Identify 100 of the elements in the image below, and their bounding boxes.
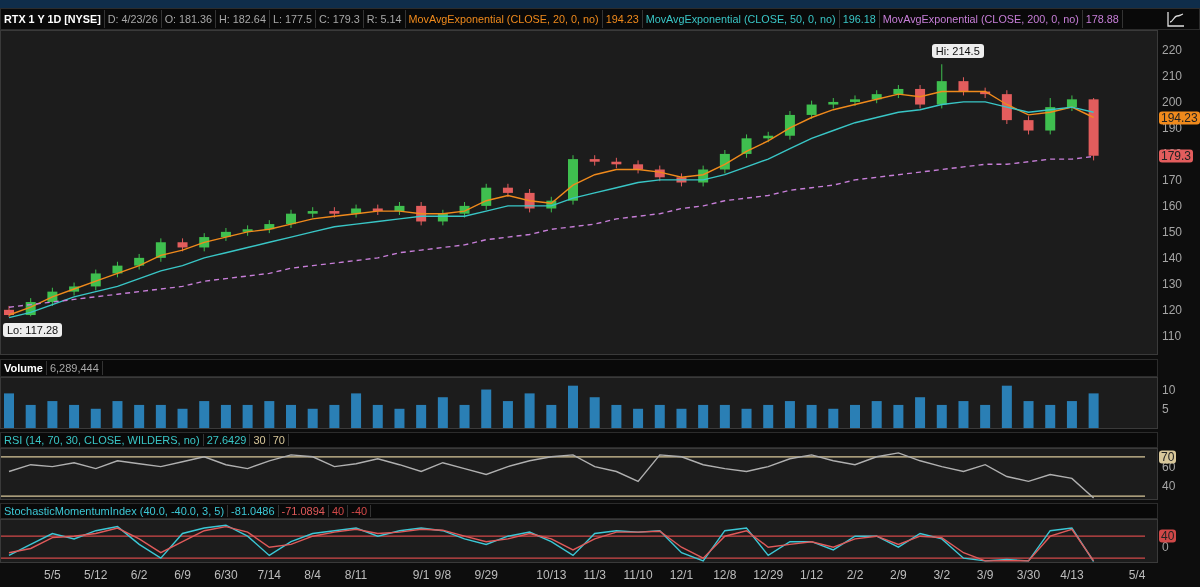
candle <box>286 209 296 229</box>
legend-item: 40 <box>329 505 349 517</box>
axis-label: 220 <box>1162 43 1183 56</box>
volume-bar <box>524 393 535 428</box>
volume-bar <box>958 401 969 428</box>
candle <box>741 133 752 159</box>
volume-bar <box>698 404 709 428</box>
axis-label: 5 <box>1162 402 1169 415</box>
candle <box>1023 115 1034 135</box>
candle <box>134 253 145 271</box>
candle <box>242 224 253 237</box>
volume-bar <box>915 397 926 428</box>
date-label: 11/10 <box>623 568 653 582</box>
candle <box>459 201 470 219</box>
price-callout: Hi: 214.5 <box>931 44 984 59</box>
candle <box>1088 97 1099 161</box>
date-label: 4/13 <box>1060 568 1084 582</box>
legend-item: Volume <box>1 361 47 375</box>
legend-item: RTX 1 Y 1D [NYSE] <box>1 10 105 28</box>
candle <box>893 84 904 99</box>
volume-bar <box>828 408 839 428</box>
date-label: 12/29 <box>753 568 784 582</box>
candle <box>264 219 275 234</box>
axis-label: 120 <box>1162 303 1183 316</box>
legend-item: 178.88 <box>1082 10 1123 28</box>
legend-item: MovAvgExponential (CLOSE, 20, 0, no) <box>405 10 603 28</box>
date-label: 8/11 <box>344 568 368 582</box>
legend-item: 30 <box>250 434 270 446</box>
volume-bar <box>893 404 904 428</box>
volume-bar <box>481 389 492 428</box>
volume-bar <box>199 401 210 428</box>
date-label: 3/9 <box>976 568 994 582</box>
candle <box>589 154 600 167</box>
axis-label: 140 <box>1162 251 1183 264</box>
axis-label: 40 <box>1162 480 1176 493</box>
date-label: 2/9 <box>890 568 907 582</box>
date-label: 9/1 <box>412 568 430 582</box>
legend-item: 196.18 <box>839 10 880 28</box>
volume-bar <box>806 404 817 428</box>
date-label: 2/2 <box>846 568 864 582</box>
volume-bar <box>47 401 58 428</box>
candle <box>698 165 709 187</box>
legend-item: RSI (14, 70, 30, CLOSE, WILDERS, no) <box>1 434 204 446</box>
volume-bar <box>416 404 427 428</box>
volume-bar <box>1066 401 1077 428</box>
date-label: 1/12 <box>799 568 824 582</box>
volume-bar <box>633 408 644 428</box>
candle <box>25 297 36 317</box>
legend-item: StochasticMomentumIndex (40.0, -40.0, 3, 5) <box>1 505 229 517</box>
axis-label: 210 <box>1162 69 1183 82</box>
volume-bar <box>502 401 513 428</box>
candle <box>47 287 58 307</box>
volume-bar <box>611 404 622 428</box>
legend-item: H: 182.64 <box>216 10 270 28</box>
volume-bar <box>980 404 991 428</box>
axis-label: 170 <box>1162 173 1183 186</box>
candle <box>199 232 210 252</box>
date-label: 9/8 <box>434 568 452 582</box>
candle <box>1001 89 1012 125</box>
legend-item: O: 181.36 <box>161 10 217 28</box>
axis-label: 130 <box>1162 277 1183 290</box>
volume-bar <box>394 408 405 428</box>
candle <box>416 201 427 226</box>
date-label: 12/1 <box>669 568 694 582</box>
candle <box>4 305 14 318</box>
axis-label: 10 <box>1162 383 1176 396</box>
volume-bar <box>459 404 470 428</box>
legend-item: D: 4/23/26 <box>104 10 162 28</box>
legend-item: MovAvgExponential (CLOSE, 200, 0, no) <box>879 10 1083 28</box>
axis-label: 0 <box>1162 541 1169 554</box>
candle <box>307 206 318 219</box>
volume-bar <box>220 404 231 428</box>
candle <box>850 94 860 107</box>
volume-bar <box>589 397 600 428</box>
axis-label: 150 <box>1162 225 1183 238</box>
axis-label: 70 <box>1159 450 1177 464</box>
candle <box>676 172 687 187</box>
candle <box>481 183 492 211</box>
legend-item: C: 179.3 <box>315 10 364 28</box>
date-label: 10/13 <box>536 568 567 582</box>
legend-item: -81.0486 <box>228 505 279 517</box>
date-label: 3/30 <box>1016 568 1041 582</box>
volume-bar <box>134 404 145 428</box>
candle <box>90 269 101 291</box>
volume-bar <box>763 404 774 428</box>
volume-bar <box>112 401 123 428</box>
date-label: 11/3 <box>583 568 606 582</box>
volume-bar <box>372 404 383 428</box>
candle <box>936 63 947 109</box>
candle <box>806 100 817 120</box>
date-label: 5/4 <box>1128 568 1146 582</box>
volume-bar <box>719 404 730 428</box>
volume-bar <box>242 404 253 428</box>
line-chart-icon[interactable] <box>1167 11 1185 27</box>
volume-bar <box>1088 393 1099 428</box>
axis-label: 200 <box>1162 95 1183 108</box>
candle <box>958 76 969 96</box>
volume-bar <box>90 408 101 428</box>
candle <box>763 131 774 143</box>
date-label: 6/2 <box>130 568 148 582</box>
